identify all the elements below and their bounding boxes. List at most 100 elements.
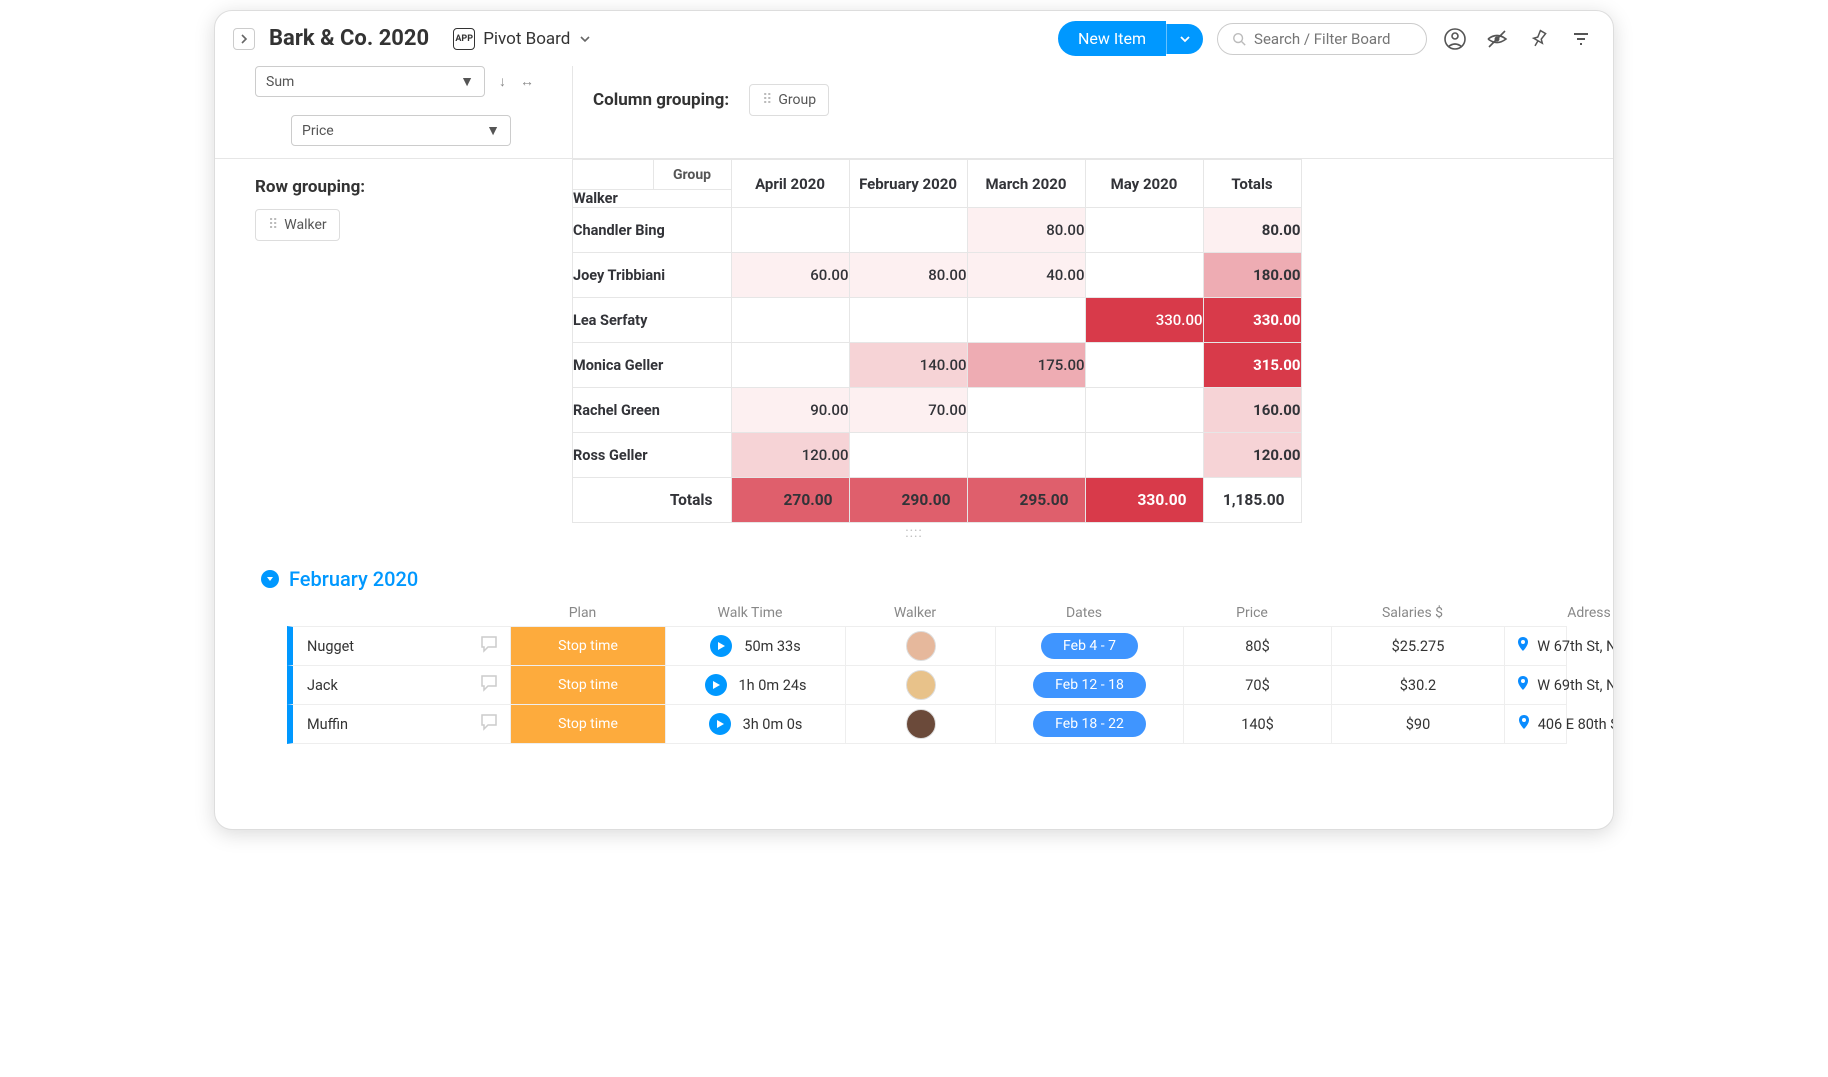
search-input[interactable]: [1254, 30, 1412, 48]
new-item-button[interactable]: New Item: [1058, 21, 1166, 56]
panel-resize-handle[interactable]: ::::: [215, 523, 1613, 543]
walker-avatar[interactable]: [906, 631, 936, 661]
group-column-header[interactable]: Price: [1178, 605, 1326, 621]
pivot-cell[interactable]: 90.00: [731, 388, 849, 433]
group-header: February 2020: [261, 567, 1567, 591]
address-cell[interactable]: W 67th St, New York,...: [1505, 627, 1614, 665]
pivot-row: Chandler Bing80.0080.00: [573, 208, 1301, 253]
pivot-col-total: 295.00: [967, 478, 1085, 523]
group-column-header[interactable]: Walk Time: [660, 605, 840, 621]
value-field-name: Price: [302, 123, 334, 139]
group-panel: February 2020 PlanWalk TimeWalkerDatesPr…: [215, 543, 1613, 744]
pivot-col-total: 330.00: [1085, 478, 1203, 523]
play-button[interactable]: [709, 713, 731, 735]
pivot-cell[interactable]: 40.00: [967, 253, 1085, 298]
salary-cell: $25.275: [1332, 627, 1505, 665]
group-column-header[interactable]: Plan: [505, 605, 660, 621]
user-circle-icon: [1443, 27, 1467, 51]
list-item[interactable]: MuffinStop time3h 0m 0sFeb 18 - 22140$$9…: [287, 704, 1567, 744]
walk-time-value: 3h 0m 0s: [743, 716, 803, 733]
row-grouping-panel: Row grouping: ⠿ Walker: [215, 159, 572, 253]
group-column-header[interactable]: Salaries $: [1326, 605, 1499, 621]
pivot-cell[interactable]: [1085, 388, 1203, 433]
visibility-toggle[interactable]: [1483, 25, 1511, 53]
caret-down-icon: ▼: [460, 73, 474, 90]
pivot-row-total: 120.00: [1203, 433, 1301, 478]
pivot-cell[interactable]: [967, 388, 1085, 433]
pivot-cell[interactable]: [731, 343, 849, 388]
play-button[interactable]: [710, 635, 732, 657]
new-item-dropdown[interactable]: [1166, 24, 1203, 54]
pivot-row: Ross Geller120.00120.00: [573, 433, 1301, 478]
pivot-row: Monica Geller140.00175.00315.00: [573, 343, 1301, 388]
eye-off-icon: [1485, 27, 1509, 51]
aggregation-select[interactable]: Sum ▼: [255, 66, 485, 97]
list-item[interactable]: JackStop time1h 0m 24sFeb 12 - 1870$$30.…: [287, 665, 1567, 705]
sort-vertical-button[interactable]: ↓: [499, 73, 506, 90]
pivot-cell[interactable]: 80.00: [967, 208, 1085, 253]
pivot-cell[interactable]: 70.00: [849, 388, 967, 433]
pivot-cell[interactable]: [1085, 433, 1203, 478]
pivot-cell[interactable]: [849, 298, 967, 343]
stop-time-button[interactable]: Stop time: [511, 666, 665, 704]
walk-time-value: 50m 33s: [744, 638, 800, 655]
date-range-pill[interactable]: Feb 18 - 22: [1033, 711, 1146, 737]
pivot-cell[interactable]: 140.00: [849, 343, 967, 388]
pivot-cell[interactable]: [967, 298, 1085, 343]
group-column-header[interactable]: Adress: [1499, 605, 1614, 621]
walker-avatar[interactable]: [906, 670, 936, 700]
drag-handle-icon: ⠿: [268, 217, 276, 233]
group-collapse-toggle[interactable]: [261, 570, 279, 588]
group-column-header[interactable]: Dates: [990, 605, 1178, 621]
date-range-pill[interactable]: Feb 12 - 18: [1033, 672, 1146, 698]
column-grouping-label: Column grouping:: [593, 90, 729, 110]
address-cell[interactable]: W 69th St, New York,...: [1505, 666, 1614, 704]
chat-icon[interactable]: [478, 672, 500, 698]
pivot-cell[interactable]: [1085, 343, 1203, 388]
group-title[interactable]: February 2020: [289, 567, 418, 591]
pivot-cell[interactable]: [1085, 253, 1203, 298]
item-name-cell[interactable]: Jack: [293, 666, 511, 704]
sort-horizontal-button[interactable]: ↔: [520, 73, 534, 90]
pivot-cell[interactable]: [731, 208, 849, 253]
collapse-sidebar-button[interactable]: [233, 28, 255, 50]
pivot-row: Lea Serfaty330.00330.00: [573, 298, 1301, 343]
filter-icon: [1571, 29, 1591, 49]
pivot-cell[interactable]: [731, 298, 849, 343]
list-item[interactable]: NuggetStop time50m 33sFeb 4 - 780$$25.27…: [287, 626, 1567, 666]
pivot-grand-total: 1,185.00: [1203, 478, 1301, 523]
pivot-cell[interactable]: [967, 433, 1085, 478]
pivot-cell[interactable]: 120.00: [731, 433, 849, 478]
item-name-cell[interactable]: Nugget: [293, 627, 511, 665]
pivot-cell[interactable]: [1085, 208, 1203, 253]
chat-icon[interactable]: [478, 711, 500, 737]
walker-avatar[interactable]: [906, 709, 936, 739]
row-group-chip[interactable]: ⠿ Walker: [255, 209, 340, 241]
profile-button[interactable]: [1441, 25, 1469, 53]
play-button[interactable]: [705, 674, 727, 696]
pivot-cell[interactable]: 330.00: [1085, 298, 1203, 343]
chat-icon[interactable]: [478, 633, 500, 659]
pivot-cell[interactable]: 60.00: [731, 253, 849, 298]
date-range-pill[interactable]: Feb 4 - 7: [1041, 633, 1138, 659]
group-column-header[interactable]: Walker: [840, 605, 990, 621]
pivot-cell[interactable]: 175.00: [967, 343, 1085, 388]
aggregation-value: Sum: [266, 74, 294, 90]
pivot-row-total: 180.00: [1203, 253, 1301, 298]
group-rows: NuggetStop time50m 33sFeb 4 - 780$$25.27…: [261, 626, 1567, 744]
stop-time-button[interactable]: Stop time: [511, 627, 665, 665]
column-group-chip[interactable]: ⠿ Group: [749, 84, 829, 116]
pivot-table: GroupApril 2020February 2020March 2020Ma…: [573, 159, 1302, 523]
pivot-cell[interactable]: [849, 208, 967, 253]
pin-button[interactable]: [1525, 25, 1553, 53]
pivot-cell[interactable]: 80.00: [849, 253, 967, 298]
filter-button[interactable]: [1567, 25, 1595, 53]
item-name-cell[interactable]: Muffin: [293, 705, 511, 743]
location-pin-icon: [1515, 675, 1531, 695]
pivot-cell[interactable]: [849, 433, 967, 478]
search-box[interactable]: [1217, 23, 1427, 55]
value-field-select[interactable]: Price ▼: [291, 115, 511, 146]
view-selector[interactable]: APP Pivot Board: [443, 24, 602, 54]
address-cell[interactable]: 406 E 80th St, New Y...: [1505, 705, 1614, 743]
stop-time-button[interactable]: Stop time: [511, 705, 665, 743]
